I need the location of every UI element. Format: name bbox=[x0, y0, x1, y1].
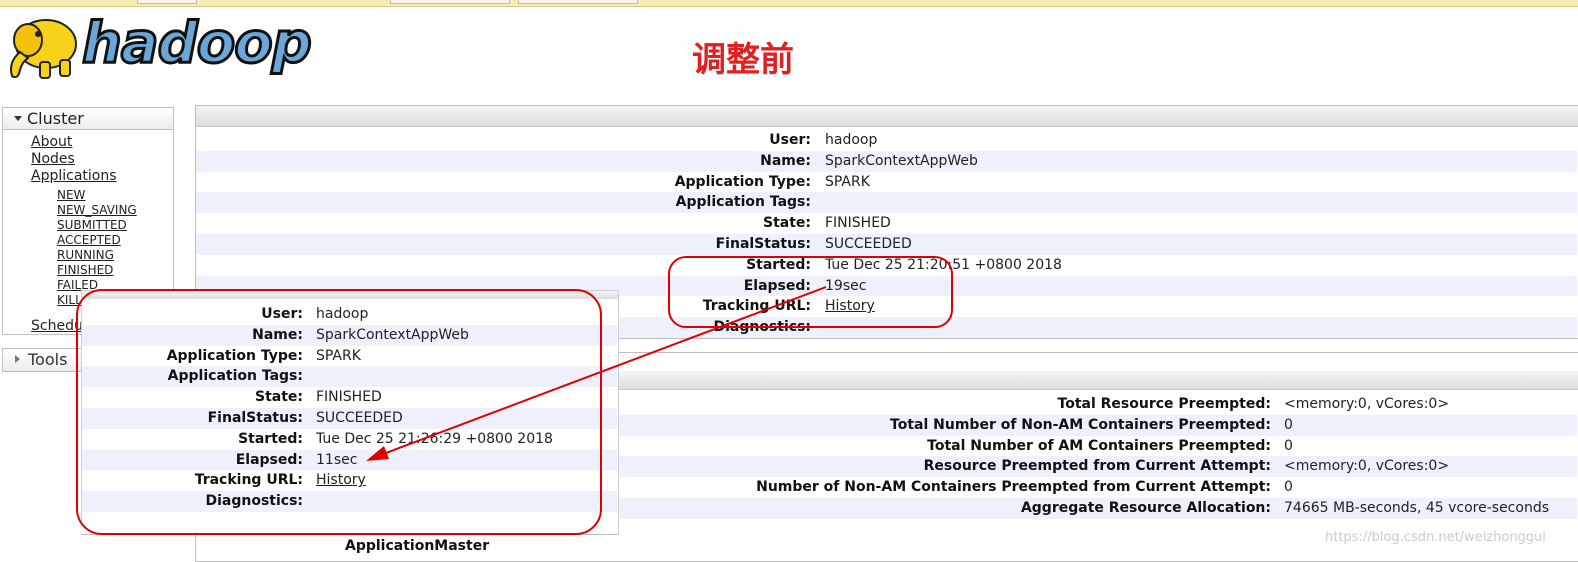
annotation-arrow bbox=[366, 286, 827, 461]
